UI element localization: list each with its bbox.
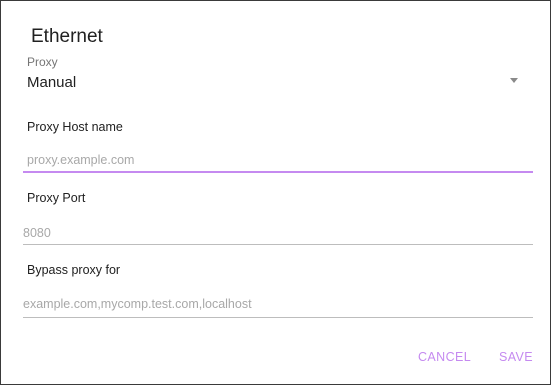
chevron-down-icon[interactable]: [510, 78, 518, 83]
bypass-proxy-label: Bypass proxy for: [27, 263, 121, 277]
proxy-host-underline: [23, 171, 533, 173]
proxy-label: Proxy: [27, 55, 58, 69]
proxy-port-input[interactable]: [23, 224, 527, 242]
proxy-port-underline: [23, 244, 533, 245]
proxy-selected-value: Manual: [27, 74, 77, 91]
proxy-host-label: Proxy Host name: [27, 120, 123, 134]
proxy-host-input[interactable]: [27, 151, 527, 169]
bypass-proxy-input[interactable]: [23, 295, 527, 313]
proxy-port-label: Proxy Port: [27, 191, 86, 205]
bypass-proxy-underline: [23, 317, 533, 318]
proxy-dropdown[interactable]: Manual: [23, 69, 531, 95]
cancel-button[interactable]: CANCEL: [418, 350, 471, 364]
proxy-settings-dialog: Ethernet Proxy Manual Proxy Host name Pr…: [0, 0, 551, 385]
dialog-title: Ethernet: [31, 26, 103, 47]
save-button[interactable]: SAVE: [499, 350, 533, 364]
